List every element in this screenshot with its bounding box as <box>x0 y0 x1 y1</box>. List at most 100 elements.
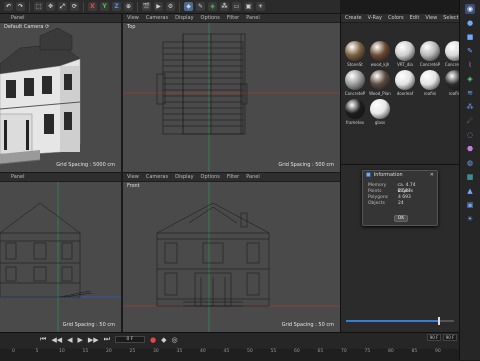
play-backward-icon[interactable]: ◀ <box>67 336 72 344</box>
menu-view[interactable]: View <box>425 15 437 21</box>
select-icon[interactable]: ◉ <box>465 4 475 14</box>
world-icon[interactable]: ⊕ <box>124 2 133 11</box>
menu-display[interactable]: Display <box>175 174 193 180</box>
menu-cameras[interactable]: Cameras <box>146 15 168 21</box>
toolbar-divider <box>83 1 84 12</box>
ok-button[interactable]: OK <box>394 215 408 222</box>
floor-icon[interactable]: ▭ <box>232 2 241 11</box>
move-icon[interactable]: ✥ <box>46 2 55 11</box>
undo-icon[interactable]: ↶ <box>4 2 13 11</box>
top-viewport[interactable]: View Cameras Display Options Filter Pane… <box>123 14 340 172</box>
rotate-icon[interactable]: ⟳ <box>70 2 79 11</box>
spline-icon[interactable]: ⌇ <box>465 60 475 70</box>
light-icon[interactable]: ☀ <box>256 2 265 11</box>
cube-icon[interactable]: ◆ <box>184 2 193 11</box>
menu-vray[interactable]: V-Ray <box>368 15 382 21</box>
viewport-camera-label: Default Camera ⟳ <box>4 24 50 30</box>
perspective-viewport[interactable]: Panel Default Camera ⟳ Grid Spacing : 50… <box>0 14 122 172</box>
subdivision-icon[interactable]: ◈ <box>465 74 475 84</box>
material-swatch[interactable]: glass <box>369 99 391 125</box>
timeline-tick-label: 0 <box>12 349 15 354</box>
right-wireframe <box>0 182 121 332</box>
camera-icon[interactable]: ▣ <box>465 200 475 210</box>
grid-spacing-label: Grid Spacing : 5000 cm <box>56 162 115 168</box>
light-bulb-icon[interactable]: ☀ <box>465 214 475 224</box>
menu-filter[interactable]: Filter <box>227 174 239 180</box>
go-to-start-icon[interactable]: ⏮ <box>40 335 46 344</box>
viewport-menu-bar: Panel <box>0 173 121 182</box>
material-preview <box>420 70 440 90</box>
array-icon[interactable]: ⁂ <box>465 102 475 112</box>
min-frame-field[interactable]: 90 F <box>427 334 441 341</box>
menu-cameras[interactable]: Cameras <box>146 174 168 180</box>
material-swatch[interactable]: ConcreteP <box>419 41 441 67</box>
previous-key-icon[interactable]: ◀◀ <box>51 336 62 344</box>
field-icon[interactable]: ◌ <box>465 130 475 140</box>
slider-knob[interactable] <box>437 317 440 325</box>
right-viewport[interactable]: Panel Grid Spacing : 50 cm <box>0 172 122 332</box>
material-swatch[interactable]: roofini <box>419 70 441 96</box>
render-view-icon[interactable]: 🎬 <box>142 2 151 11</box>
array-icon[interactable]: ⁂ <box>220 2 229 11</box>
menu-filter[interactable]: Filter <box>227 15 239 21</box>
material-swatch[interactable]: ConcreteP <box>344 70 366 96</box>
menu-panel[interactable]: Panel <box>11 174 25 180</box>
cube-icon[interactable]: ■ <box>465 32 475 42</box>
menu-select[interactable]: Select <box>443 15 458 21</box>
menu-view[interactable]: View <box>127 15 139 21</box>
render-settings-icon[interactable]: ⚙ <box>166 2 175 11</box>
menu-panel[interactable]: Panel <box>246 174 260 180</box>
camera-icon[interactable]: ▣ <box>244 2 253 11</box>
next-key-icon[interactable]: ▶▶ <box>88 336 99 344</box>
autokey-icon[interactable]: ◎ <box>171 336 177 344</box>
menu-create[interactable]: Create <box>345 15 362 21</box>
scale-icon[interactable]: ⤢ <box>58 2 67 11</box>
subdivision-icon[interactable]: ◈ <box>208 2 217 11</box>
pen-icon[interactable]: ✎ <box>465 46 475 56</box>
pen-icon[interactable]: ✎ <box>196 2 205 11</box>
material-swatch[interactable]: frametex <box>344 99 366 125</box>
menu-panel[interactable]: Panel <box>246 15 260 21</box>
menu-display[interactable]: Display <box>175 15 193 21</box>
timeline-tick-label: 60 <box>294 349 300 354</box>
material-preview <box>395 41 415 61</box>
z-axis-toggle[interactable]: Z <box>112 2 121 11</box>
record-icon[interactable]: ● <box>150 336 156 344</box>
front-viewport[interactable]: View Cameras Display Options Filter Pane… <box>123 172 340 332</box>
play-icon[interactable]: ▶ <box>77 336 82 344</box>
effector-icon[interactable]: ☄ <box>465 116 475 126</box>
material-swatch[interactable]: Wood_Plan <box>369 70 391 96</box>
close-icon[interactable]: ✕ <box>430 172 434 178</box>
menu-panel[interactable]: Panel <box>11 15 25 21</box>
menu-colors[interactable]: Colors <box>388 15 404 21</box>
timeline-tick-label: 70 <box>341 349 347 354</box>
mesh-icon[interactable]: ▲ <box>465 186 475 196</box>
tag-icon[interactable]: ⬣ <box>465 144 475 154</box>
live-select-icon[interactable]: ⬚ <box>34 2 43 11</box>
keyframe-icon[interactable]: ◆ <box>161 336 166 344</box>
menu-edit[interactable]: Edit <box>410 15 420 21</box>
go-to-end-icon[interactable]: ⏭ <box>104 335 110 344</box>
material-preview <box>420 41 440 61</box>
redo-icon[interactable]: ↷ <box>16 2 25 11</box>
material-name: StoneSt <box>347 62 363 67</box>
volume-icon[interactable]: ▦ <box>465 172 475 182</box>
y-axis-toggle[interactable]: Y <box>100 2 109 11</box>
grid-spacing-label: Grid Spacing : 50 cm <box>62 322 115 328</box>
material-swatch[interactable]: VRT_dia <box>394 41 416 67</box>
menu-view[interactable]: View <box>127 174 139 180</box>
menu-options[interactable]: Options <box>201 15 220 21</box>
menu-options[interactable]: Options <box>201 174 220 180</box>
material-swatch[interactable]: wood_kjh <box>369 41 391 67</box>
material-swatch[interactable]: StoneSt <box>344 41 366 67</box>
attribute-slider[interactable] <box>346 317 454 325</box>
timeline-ruler[interactable]: 0 5 10 15 20 25 30 35 40 45 50 55 60 65 70 75 80 85 90 <box>0 349 459 361</box>
max-frame-field[interactable]: 90 F <box>443 334 457 341</box>
x-axis-toggle[interactable]: X <box>88 2 97 11</box>
render-icon[interactable]: ▶ <box>154 2 163 11</box>
nurbs-icon[interactable]: ◍ <box>465 158 475 168</box>
light-icon[interactable]: ● <box>465 18 475 28</box>
material-swatch[interactable]: doorleaf <box>394 70 416 96</box>
current-frame-field[interactable]: 0 F <box>114 336 145 343</box>
deformer-icon[interactable]: ≋ <box>465 88 475 98</box>
